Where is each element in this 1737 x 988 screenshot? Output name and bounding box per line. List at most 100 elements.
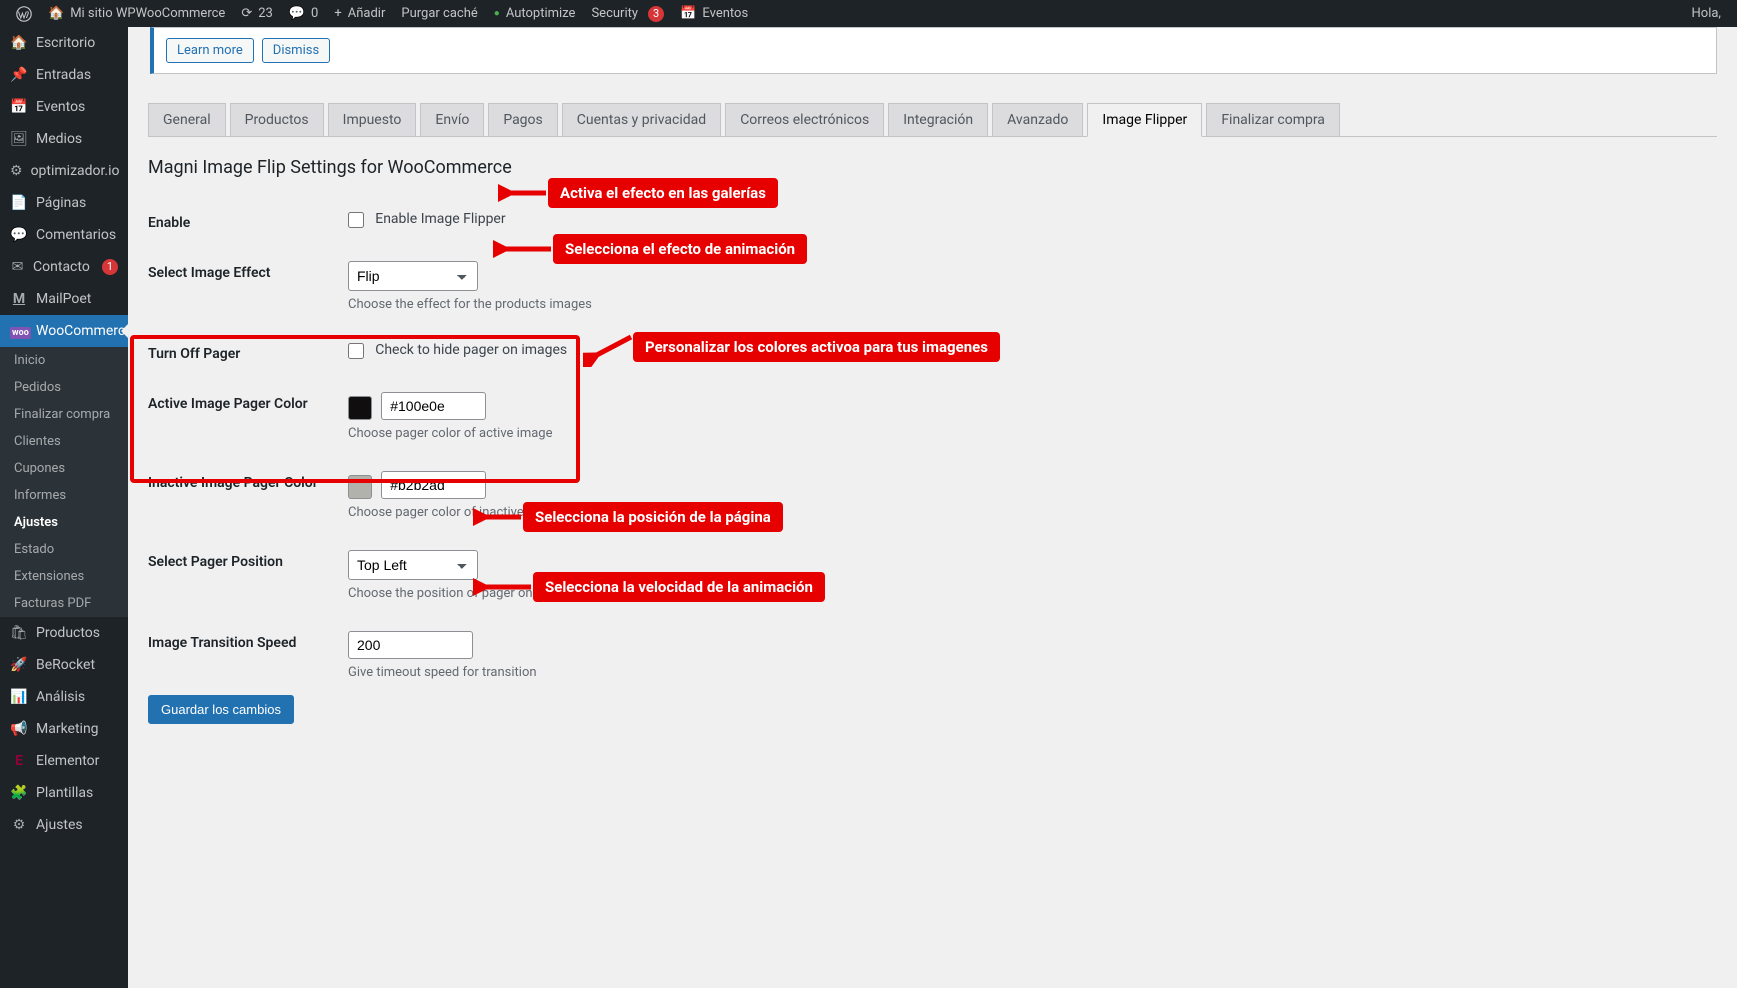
sidebar-item-elementor[interactable]: EElementor	[0, 745, 128, 777]
position-select[interactable]: Top Left	[348, 550, 478, 580]
settings-form: Enable Enable Image Flipper Select Image…	[148, 196, 1717, 695]
effect-label: Select Image Effect	[148, 261, 348, 281]
submenu-item-informes[interactable]: Informes	[0, 482, 128, 509]
menu-label: Entradas	[36, 67, 91, 83]
tab-image-flipper[interactable]: Image Flipper	[1087, 103, 1202, 137]
submenu-item-finalizar-compra[interactable]: Finalizar compra	[0, 401, 128, 428]
row-enable: Enable Enable Image Flipper	[148, 196, 1717, 246]
plus-icon: +	[334, 6, 341, 21]
submenu-item-facturas-pdf[interactable]: Facturas PDF	[0, 590, 128, 617]
speed-label: Image Transition Speed	[148, 631, 348, 651]
menu-label: WooCommerce	[36, 323, 128, 339]
tab-avanzado[interactable]: Avanzado	[992, 103, 1083, 136]
menu-icon: 🏠	[10, 35, 28, 51]
submenu-item-pedidos[interactable]: Pedidos	[0, 374, 128, 401]
sidebar-item-contacto[interactable]: ✉Contacto1	[0, 251, 128, 283]
refresh-icon: ⟳	[241, 6, 252, 21]
sidebar-item-woocommerce[interactable]: woo WooCommerce	[0, 315, 128, 347]
section-title: Magni Image Flip Settings for WooCommerc…	[148, 157, 1717, 178]
woo-icon: woo	[10, 323, 28, 339]
dismiss-button[interactable]: Dismiss	[262, 38, 330, 63]
submenu-item-ajustes[interactable]: Ajustes	[0, 509, 128, 536]
admin-notice: Learn more Dismiss	[150, 27, 1717, 74]
autoptimize-link[interactable]: ●Autoptimize	[486, 0, 584, 27]
menu-icon: ⚙	[10, 163, 23, 179]
menu-label: Análisis	[36, 689, 85, 705]
submenu-item-clientes[interactable]: Clientes	[0, 428, 128, 455]
sidebar-item-optimizador-io[interactable]: ⚙optimizador.io	[0, 155, 128, 187]
comments-link[interactable]: 💬0	[281, 0, 327, 27]
site-link[interactable]: 🏠Mi sitio WPWooCommerce	[40, 0, 233, 27]
tab-general[interactable]: General	[148, 103, 226, 136]
menu-label: BeRocket	[36, 657, 95, 673]
pager-cb-label: Check to hide pager on images	[375, 342, 567, 358]
main-content: Learn more Dismiss GeneralProductosImpue…	[128, 27, 1737, 764]
menu-icon: 📌	[10, 67, 28, 83]
effect-select[interactable]: Flip	[348, 261, 478, 291]
sidebar-item-entradas[interactable]: 📌 Entradas	[0, 59, 128, 91]
home-icon: 🏠	[48, 6, 64, 21]
submenu-item-estado[interactable]: Estado	[0, 536, 128, 563]
security-link[interactable]: Security3	[583, 0, 672, 27]
pager-label: Turn Off Pager	[148, 342, 348, 362]
submenu-item-inicio[interactable]: Inicio	[0, 347, 128, 374]
greeting[interactable]: Hola,	[1684, 0, 1729, 27]
sidebar-item-berocket[interactable]: 🚀 BeRocket	[0, 649, 128, 681]
sidebar-item-productos[interactable]: 🛍 Productos	[0, 617, 128, 649]
purge-cache-link[interactable]: Purgar caché	[393, 0, 485, 27]
inactive-color-swatch[interactable]	[348, 475, 372, 499]
active-color-input[interactable]	[381, 392, 486, 420]
sidebar-item-plantillas[interactable]: 🧩Plantillas	[0, 777, 128, 809]
sidebar-item-mailpoet[interactable]: MMailPoet	[0, 283, 128, 315]
admin-bar: 🏠Mi sitio WPWooCommerce ⟳23 💬0 +Añadir P…	[0, 0, 1737, 27]
events-link[interactable]: 📅Eventos	[672, 0, 756, 27]
tab-cuentas-y-privacidad[interactable]: Cuentas y privacidad	[562, 103, 721, 136]
sidebar-item-escritorio[interactable]: 🏠 Escritorio	[0, 27, 128, 59]
active-color-swatch[interactable]	[348, 396, 372, 420]
tab-env-o[interactable]: Envío	[420, 103, 484, 136]
row-pager: Turn Off Pager Check to hide pager on im…	[148, 327, 1717, 377]
menu-label: Productos	[36, 625, 100, 641]
wp-logo[interactable]	[8, 0, 40, 27]
tab-pagos[interactable]: Pagos	[488, 103, 557, 136]
menu-badge: 1	[102, 259, 118, 275]
mailpoet-icon: M	[10, 291, 28, 307]
enable-label: Enable	[148, 211, 348, 231]
tab-impuesto[interactable]: Impuesto	[328, 103, 417, 136]
inactive-color-input[interactable]	[381, 471, 486, 499]
menu-icon: 🛍	[10, 625, 28, 641]
tab-integraci-n[interactable]: Integración	[888, 103, 988, 136]
menu-label: Ajustes	[36, 817, 83, 833]
pager-checkbox[interactable]	[348, 343, 364, 359]
admin-sidebar: 🏠 Escritorio 📌 Entradas 📅Eventos🖼Medios⚙opti…	[0, 27, 128, 988]
sidebar-item-p-ginas[interactable]: 📄Páginas	[0, 187, 128, 219]
security-badge: 3	[648, 6, 664, 22]
menu-icon: 📅	[10, 99, 28, 115]
save-button[interactable]: Guardar los cambios	[148, 695, 294, 724]
menu-label: Escritorio	[36, 35, 95, 51]
tab-finalizar-compra[interactable]: Finalizar compra	[1206, 103, 1340, 136]
tab-correos-electr-nicos[interactable]: Correos electrónicos	[725, 103, 884, 136]
comment-icon: 💬	[289, 6, 305, 21]
position-desc: Choose the position of pager on image	[348, 586, 1717, 601]
submenu-item-cupones[interactable]: Cupones	[0, 455, 128, 482]
menu-label: Contacto	[33, 259, 90, 275]
sidebar-item-ajustes[interactable]: ⚙Ajustes	[0, 809, 128, 841]
updates-link[interactable]: ⟳23	[233, 0, 281, 27]
learn-more-button[interactable]: Learn more	[166, 38, 254, 63]
sidebar-item-eventos[interactable]: 📅Eventos	[0, 91, 128, 123]
speed-input[interactable]	[348, 631, 473, 659]
enable-checkbox[interactable]	[348, 212, 364, 228]
add-new-link[interactable]: +Añadir	[326, 0, 393, 27]
menu-icon: 🚀	[10, 657, 28, 673]
row-effect: Select Image Effect Flip Choose the effe…	[148, 246, 1717, 327]
sidebar-item-comentarios[interactable]: 💬Comentarios	[0, 219, 128, 251]
speed-desc: Give timeout speed for transition	[348, 665, 1717, 680]
sidebar-item-medios[interactable]: 🖼Medios	[0, 123, 128, 155]
submenu-item-extensiones[interactable]: Extensiones	[0, 563, 128, 590]
sidebar-item-marketing[interactable]: 📢Marketing	[0, 713, 128, 745]
sidebar-item-an-lisis[interactable]: 📊Análisis	[0, 681, 128, 713]
enable-cb-label: Enable Image Flipper	[375, 211, 505, 227]
settings-tabs: GeneralProductosImpuestoEnvíoPagosCuenta…	[148, 94, 1717, 137]
tab-productos[interactable]: Productos	[230, 103, 324, 136]
